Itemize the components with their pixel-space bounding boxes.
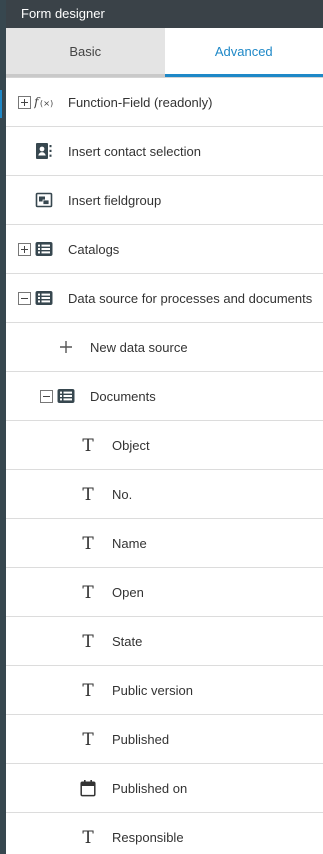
fieldgroup-icon (34, 190, 54, 210)
tree-item-label: Published (112, 731, 170, 747)
tree-item[interactable]: f (×) Function-Field (readonly) (6, 78, 323, 127)
tree-item[interactable]: Catalogs (6, 225, 323, 274)
svg-text:T: T (82, 436, 94, 454)
svg-text:T: T (82, 583, 94, 601)
expand-icon[interactable] (16, 241, 32, 257)
tree-item-label: Public version (112, 682, 193, 698)
tab-bar: Basic Advanced (6, 28, 323, 78)
function-icon: f (×) (34, 92, 54, 112)
tree-item-label: Open (112, 584, 144, 600)
list-icon (56, 386, 76, 406)
tree-item[interactable]: T State (6, 617, 323, 666)
tree-item[interactable]: T Name (6, 519, 323, 568)
tree-item[interactable]: T Open (6, 568, 323, 617)
left-edge-accent (0, 90, 2, 118)
svg-text:T: T (82, 730, 94, 748)
tree-item[interactable]: T Published (6, 715, 323, 764)
list-icon (34, 239, 54, 259)
calendar-icon (78, 778, 98, 798)
tree-item-label: State (112, 633, 143, 649)
tree-item[interactable]: T Public version (6, 666, 323, 715)
tree-item-label: Insert fieldgroup (68, 192, 162, 208)
text-field-icon: T (78, 484, 98, 504)
text-field-icon: T (78, 582, 98, 602)
tree-item-label: Documents (90, 388, 156, 404)
tree-item[interactable]: Published on (6, 764, 323, 813)
text-field-icon: T (78, 631, 98, 651)
tree-item[interactable]: Insert fieldgroup (6, 176, 323, 225)
tab-advanced[interactable]: Advanced (164, 28, 323, 77)
tree-item-label: Object (112, 437, 150, 453)
tree-item[interactable]: T No. (6, 470, 323, 519)
tree-item-label: Name (112, 535, 147, 551)
collapse-icon[interactable] (38, 388, 54, 404)
tree-item-label: New data source (90, 339, 188, 355)
svg-text:T: T (82, 485, 94, 503)
tree-item-label: Published on (112, 780, 188, 796)
tree-item[interactable]: Documents (6, 372, 323, 421)
tree-item-label: Function-Field (readonly) (68, 94, 213, 110)
text-field-icon: T (78, 435, 98, 455)
form-designer-panel: Form designer Basic Advanced f (×) Functio… (6, 0, 323, 854)
svg-text:T: T (82, 632, 94, 650)
svg-text:T: T (82, 828, 94, 846)
tree-item[interactable]: New data source (6, 323, 323, 372)
plus-icon (56, 337, 76, 357)
tree-item-label: Responsible (112, 829, 184, 845)
tree-item[interactable]: T Responsible (6, 813, 323, 854)
collapse-icon[interactable] (16, 290, 32, 306)
tree-item[interactable]: T Object (6, 421, 323, 470)
tree-item[interactable]: Data source for processes and documents (6, 274, 323, 323)
tree-item-label: No. (112, 486, 133, 502)
svg-text:T: T (82, 534, 94, 552)
text-field-icon: T (78, 533, 98, 553)
panel-title: Form designer (6, 0, 323, 28)
text-field-icon: T (78, 827, 98, 847)
svg-text:T: T (82, 681, 94, 699)
svg-text:(×): (×) (40, 98, 53, 108)
text-field-icon: T (78, 680, 98, 700)
tree-item[interactable]: Insert contact selection (6, 127, 323, 176)
text-field-icon: T (78, 729, 98, 749)
field-tree: f (×) Function-Field (readonly) Insert cont… (6, 78, 323, 854)
list-icon (34, 288, 54, 308)
contact-card-icon (34, 141, 54, 161)
tree-item-label: Insert contact selection (68, 143, 201, 159)
tree-item-label: Data source for processes and documents (68, 290, 313, 306)
tab-basic[interactable]: Basic (6, 28, 165, 77)
expand-icon[interactable] (16, 94, 32, 110)
tree-item-label: Catalogs (68, 241, 120, 257)
